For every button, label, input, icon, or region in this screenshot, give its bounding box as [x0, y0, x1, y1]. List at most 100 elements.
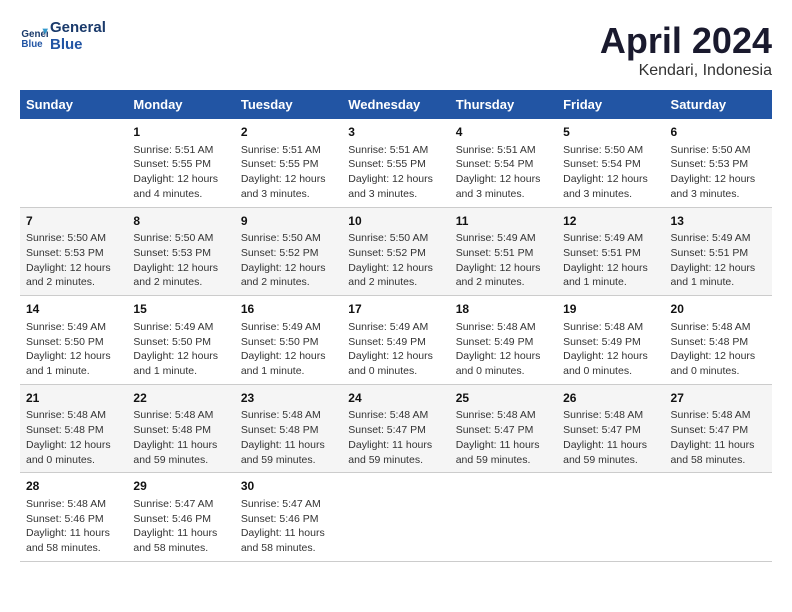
calendar-week-row: 14 Sunrise: 5:49 AMSunset: 5:50 PMDayligh… — [20, 296, 772, 385]
title-block: April 2024 Kendari, Indonesia — [600, 20, 772, 80]
calendar-cell: 25Sunrise: 5:48 AMSunset: 5:47 PMDayligh… — [450, 384, 557, 473]
cell-content: Sunrise: 5:51 AMSunset: 5:55 PMDaylight:… — [133, 143, 228, 202]
calendar-cell: 14 Sunrise: 5:49 AMSunset: 5:50 PMDayligh… — [20, 296, 127, 385]
day-number: 6 — [671, 124, 766, 141]
calendar-cell: 18Sunrise: 5:48 AMSunset: 5:49 PMDayligh… — [450, 296, 557, 385]
calendar-cell: 1 Sunrise: 5:51 AMSunset: 5:55 PMDaylight… — [127, 119, 234, 207]
cell-content: Sunrise: 5:50 AMSunset: 5:53 PMDaylight:… — [671, 143, 766, 202]
calendar-cell: 9Sunrise: 5:50 AMSunset: 5:52 PMDaylight… — [235, 207, 342, 296]
day-number: 27 — [671, 390, 766, 407]
day-number: 10 — [348, 213, 443, 230]
logo-general: General — [50, 20, 106, 37]
calendar-cell: 8Sunrise: 5:50 AMSunset: 5:53 PMDaylight… — [127, 207, 234, 296]
cell-content: Sunrise: 5:48 AMSunset: 5:47 PMDaylight:… — [671, 408, 766, 467]
day-number: 9 — [241, 213, 336, 230]
day-number: 15 — [133, 301, 228, 318]
column-header-sunday: Sunday — [20, 90, 127, 119]
calendar-cell — [342, 473, 449, 562]
cell-content: Sunrise: 5:51 AMSunset: 5:55 PMDaylight:… — [348, 143, 443, 202]
day-number: 2 — [241, 124, 336, 141]
day-number: 18 — [456, 301, 551, 318]
calendar-cell: 6 Sunrise: 5:50 AMSunset: 5:53 PMDaylight… — [665, 119, 772, 207]
logo-blue: Blue — [50, 37, 106, 54]
cell-content: Sunrise: 5:48 AMSunset: 5:48 PMDaylight:… — [671, 320, 766, 379]
calendar-cell — [450, 473, 557, 562]
day-number: 22 — [133, 390, 228, 407]
cell-content: Sunrise: 5:48 AMSunset: 5:46 PMDaylight:… — [26, 497, 121, 556]
calendar-cell: 30 Sunrise: 5:47 AMSunset: 5:46 PMDayligh… — [235, 473, 342, 562]
cell-content: Sunrise: 5:47 AMSunset: 5:46 PMDaylight:… — [133, 497, 228, 556]
day-number: 28 — [26, 478, 121, 495]
day-number: 26 — [563, 390, 658, 407]
calendar-cell: 23Sunrise: 5:48 AMSunset: 5:48 PMDayligh… — [235, 384, 342, 473]
day-number: 14 — [26, 301, 121, 318]
calendar-cell: 11Sunrise: 5:49 AMSunset: 5:51 PMDayligh… — [450, 207, 557, 296]
cell-content: Sunrise: 5:49 AMSunset: 5:51 PMDaylight:… — [671, 231, 766, 290]
cell-content: Sunrise: 5:51 AMSunset: 5:55 PMDaylight:… — [241, 143, 336, 202]
page-header: General Blue General Blue April 2024 Ken… — [20, 20, 772, 80]
day-number: 4 — [456, 124, 551, 141]
day-number: 5 — [563, 124, 658, 141]
location: Kendari, Indonesia — [600, 62, 772, 80]
calendar-cell: 15Sunrise: 5:49 AMSunset: 5:50 PMDayligh… — [127, 296, 234, 385]
day-number: 7 — [26, 213, 121, 230]
calendar-cell — [665, 473, 772, 562]
calendar-cell: 13Sunrise: 5:49 AMSunset: 5:51 PMDayligh… — [665, 207, 772, 296]
day-number: 19 — [563, 301, 658, 318]
day-number: 30 — [241, 478, 336, 495]
logo: General Blue General Blue — [20, 20, 106, 53]
calendar-cell — [20, 119, 127, 207]
day-number: 24 — [348, 390, 443, 407]
cell-content: Sunrise: 5:50 AMSunset: 5:52 PMDaylight:… — [348, 231, 443, 290]
calendar-cell: 4 Sunrise: 5:51 AMSunset: 5:54 PMDaylight… — [450, 119, 557, 207]
cell-content: Sunrise: 5:48 AMSunset: 5:48 PMDaylight:… — [133, 408, 228, 467]
calendar-week-row: 7Sunrise: 5:50 AMSunset: 5:53 PMDaylight… — [20, 207, 772, 296]
cell-content: Sunrise: 5:48 AMSunset: 5:49 PMDaylight:… — [563, 320, 658, 379]
cell-content: Sunrise: 5:50 AMSunset: 5:54 PMDaylight:… — [563, 143, 658, 202]
calendar-cell: 22Sunrise: 5:48 AMSunset: 5:48 PMDayligh… — [127, 384, 234, 473]
cell-content: Sunrise: 5:49 AMSunset: 5:51 PMDaylight:… — [563, 231, 658, 290]
calendar-cell: 26Sunrise: 5:48 AMSunset: 5:47 PMDayligh… — [557, 384, 664, 473]
cell-content: Sunrise: 5:50 AMSunset: 5:53 PMDaylight:… — [26, 231, 121, 290]
calendar-header-row: SundayMondayTuesdayWednesdayThursdayFrid… — [20, 90, 772, 119]
calendar-cell: 3 Sunrise: 5:51 AMSunset: 5:55 PMDaylight… — [342, 119, 449, 207]
cell-content: Sunrise: 5:48 AMSunset: 5:48 PMDaylight:… — [26, 408, 121, 467]
calendar-table: SundayMondayTuesdayWednesdayThursdayFrid… — [20, 90, 772, 562]
cell-content: Sunrise: 5:49 AMSunset: 5:51 PMDaylight:… — [456, 231, 551, 290]
calendar-cell: 19 Sunrise: 5:48 AMSunset: 5:49 PMDayligh… — [557, 296, 664, 385]
calendar-cell: 28 Sunrise: 5:48 AMSunset: 5:46 PMDayligh… — [20, 473, 127, 562]
calendar-cell: 21Sunrise: 5:48 AMSunset: 5:48 PMDayligh… — [20, 384, 127, 473]
cell-content: Sunrise: 5:48 AMSunset: 5:47 PMDaylight:… — [456, 408, 551, 467]
calendar-cell: 12Sunrise: 5:49 AMSunset: 5:51 PMDayligh… — [557, 207, 664, 296]
cell-content: Sunrise: 5:51 AMSunset: 5:54 PMDaylight:… — [456, 143, 551, 202]
logo-icon: General Blue — [20, 23, 48, 51]
calendar-week-row: 28 Sunrise: 5:48 AMSunset: 5:46 PMDayligh… — [20, 473, 772, 562]
calendar-cell: 10Sunrise: 5:50 AMSunset: 5:52 PMDayligh… — [342, 207, 449, 296]
calendar-cell: 20Sunrise: 5:48 AMSunset: 5:48 PMDayligh… — [665, 296, 772, 385]
day-number: 3 — [348, 124, 443, 141]
cell-content: Sunrise: 5:50 AMSunset: 5:53 PMDaylight:… — [133, 231, 228, 290]
cell-content: Sunrise: 5:48 AMSunset: 5:47 PMDaylight:… — [348, 408, 443, 467]
day-number: 12 — [563, 213, 658, 230]
cell-content: Sunrise: 5:47 AMSunset: 5:46 PMDaylight:… — [241, 497, 336, 556]
column-header-wednesday: Wednesday — [342, 90, 449, 119]
calendar-cell: 7Sunrise: 5:50 AMSunset: 5:53 PMDaylight… — [20, 207, 127, 296]
day-number: 21 — [26, 390, 121, 407]
cell-content: Sunrise: 5:48 AMSunset: 5:47 PMDaylight:… — [563, 408, 658, 467]
month-title: April 2024 — [600, 20, 772, 62]
day-number: 25 — [456, 390, 551, 407]
day-number: 8 — [133, 213, 228, 230]
day-number: 16 — [241, 301, 336, 318]
cell-content: Sunrise: 5:49 AMSunset: 5:49 PMDaylight:… — [348, 320, 443, 379]
day-number: 23 — [241, 390, 336, 407]
calendar-cell: 24Sunrise: 5:48 AMSunset: 5:47 PMDayligh… — [342, 384, 449, 473]
svg-text:Blue: Blue — [21, 38, 43, 49]
day-number: 1 — [133, 124, 228, 141]
calendar-cell: 16Sunrise: 5:49 AMSunset: 5:50 PMDayligh… — [235, 296, 342, 385]
calendar-cell: 17 Sunrise: 5:49 AMSunset: 5:49 PMDayligh… — [342, 296, 449, 385]
column-header-thursday: Thursday — [450, 90, 557, 119]
cell-content: Sunrise: 5:49 AMSunset: 5:50 PMDaylight:… — [26, 320, 121, 379]
day-number: 17 — [348, 301, 443, 318]
day-number: 29 — [133, 478, 228, 495]
calendar-week-row: 1 Sunrise: 5:51 AMSunset: 5:55 PMDaylight… — [20, 119, 772, 207]
